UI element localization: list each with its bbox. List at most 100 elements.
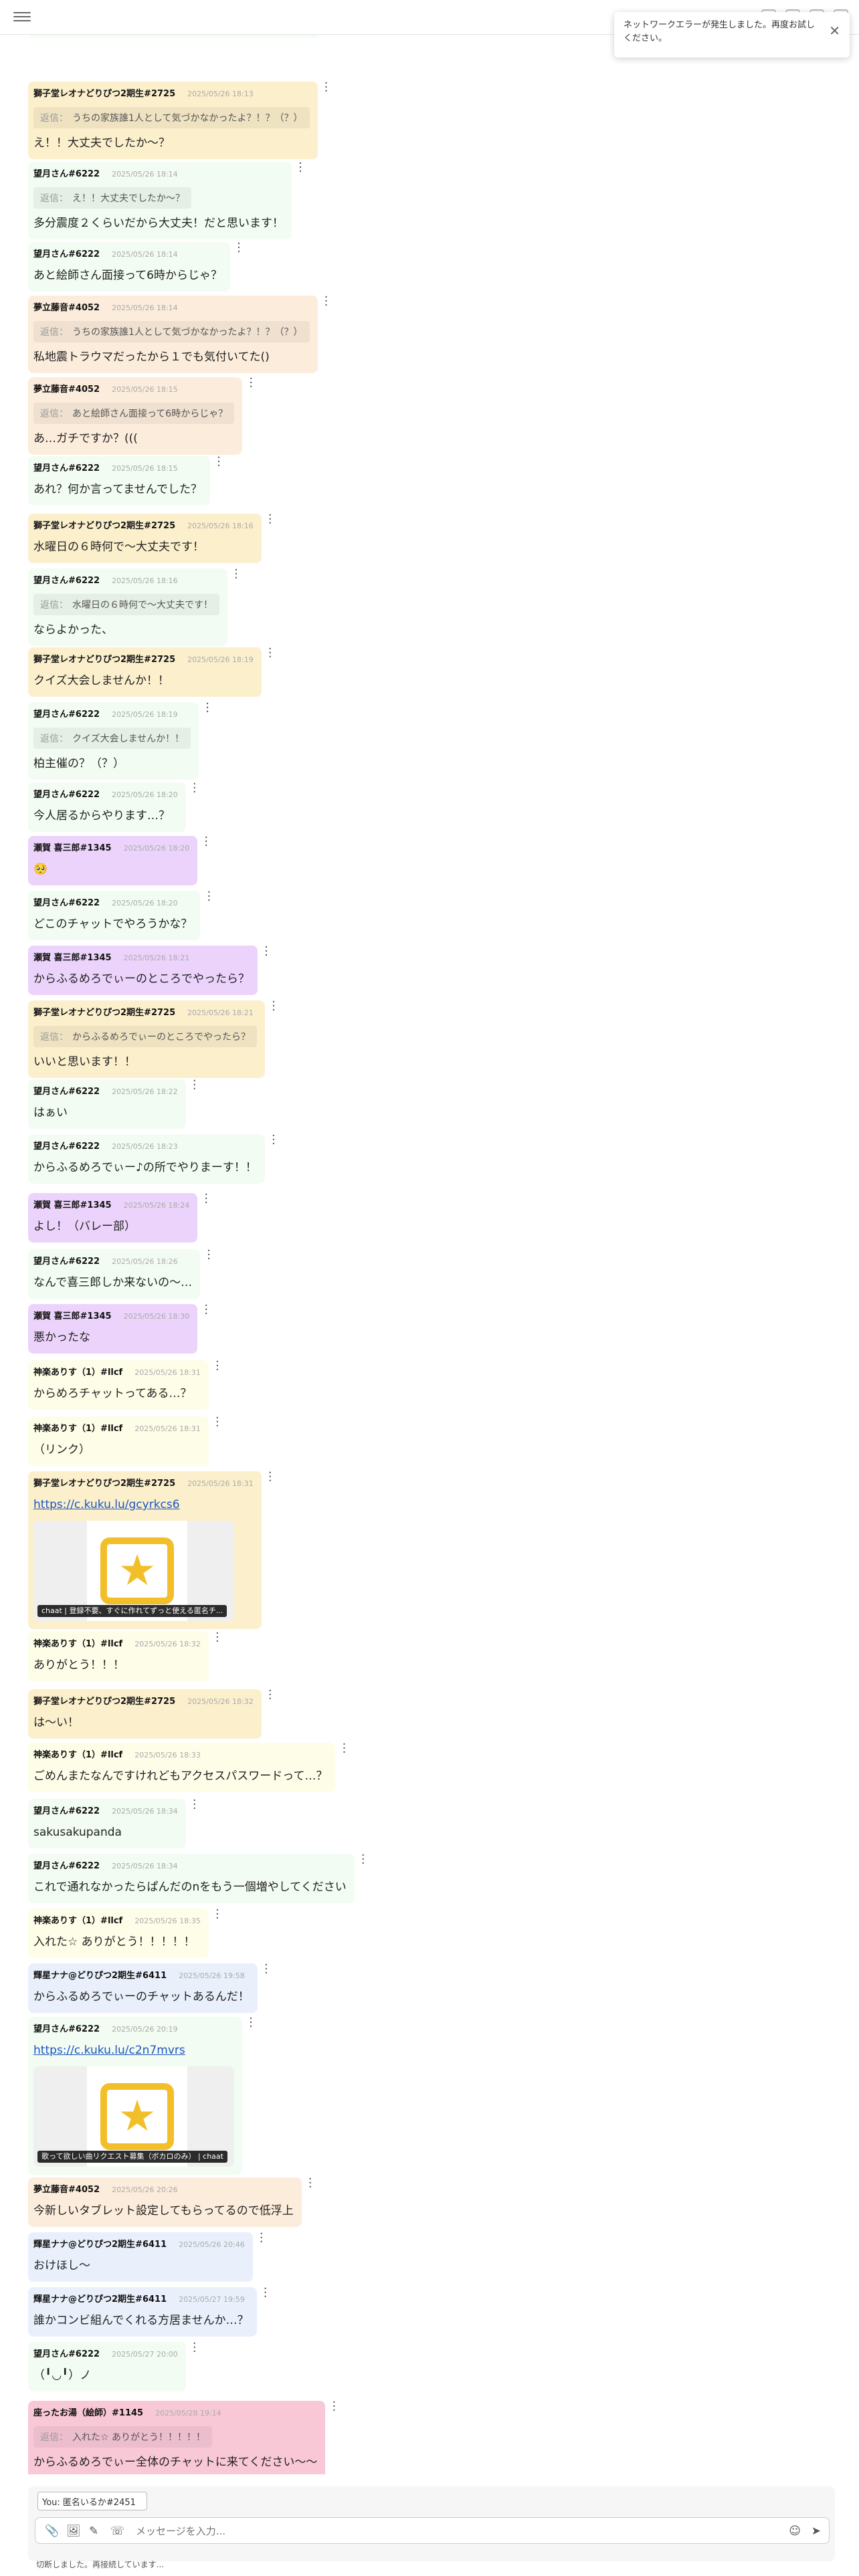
message-item[interactable]: 輝星ナナ@どりぴつ2期生#6411 2025/05/26 20:46 おけほし〜 · ·…: [28, 2228, 264, 2282]
message-item[interactable]: 望月さん#6222 2025/05/26 18:16 返信： 水曜日の６時何で〜大丈夫…: [28, 564, 238, 646]
more-options-icon[interactable]: · · ·: [237, 238, 241, 258]
more-options-icon[interactable]: · · ·: [207, 1245, 211, 1265]
more-options-icon[interactable]: · · ·: [204, 832, 208, 852]
message-item[interactable]: 瀬賀 喜三郎#1345 2025/05/26 18:24 よし！（バレー部） · · ·: [28, 1189, 208, 1243]
more-options-icon[interactable]: · · ·: [249, 373, 253, 393]
message-author[interactable]: 獅子堂レオナどりぴつ2期生#2725: [33, 1696, 175, 1708]
message-author[interactable]: 神楽ありす（1）#llcf: [33, 1638, 122, 1650]
more-options-icon[interactable]: · · ·: [193, 2338, 197, 2358]
message-author[interactable]: 夢立藤音#4052: [33, 384, 100, 396]
message-author[interactable]: 神楽ありす（1）#llcf: [33, 1915, 122, 1927]
more-options-icon[interactable]: · · ·: [332, 2397, 336, 2417]
message-author[interactable]: 神楽ありす（1）#llcf: [33, 1367, 122, 1379]
more-options-icon[interactable]: · · ·: [272, 1130, 276, 1150]
more-options-icon[interactable]: · · ·: [260, 2228, 264, 2248]
phone-icon[interactable]: ☏: [110, 2523, 124, 2539]
message-item[interactable]: 獅子堂レオナどりぴつ2期生#2725 2025/05/26 18:19 クイズ大会し…: [28, 643, 272, 697]
more-options-icon[interactable]: · · ·: [193, 1075, 197, 1095]
message-author[interactable]: 瀬賀 喜三郎#1345: [33, 1200, 112, 1212]
message-item[interactable]: 神楽ありす（1）#llcf 2025/05/26 18:32 ありがとう！！！ · · ·: [28, 1628, 219, 1681]
message-item[interactable]: 神楽ありす（1）#llcf 2025/05/26 18:35 入れた☆ ありがとう！…: [28, 1905, 219, 1958]
reply-quote[interactable]: 返信： からふるめろでぃーのところでやったら？: [33, 1026, 257, 1047]
message-link[interactable]: https://c.kuku.lu/gcyrkcs6: [33, 1497, 254, 1513]
close-icon[interactable]: ✕: [829, 24, 840, 37]
more-options-icon[interactable]: · · ·: [298, 158, 302, 178]
message-author[interactable]: 獅子堂レオナどりぴつ2期生#2725: [33, 1478, 175, 1490]
message-author[interactable]: 望月さん#6222: [33, 1256, 100, 1268]
message-item[interactable]: 神楽ありす（1）#llcf 2025/05/26 18:31 からめろチャットってあ…: [28, 1356, 219, 1410]
message-item[interactable]: 獅子堂レオナどりぴつ2期生#2725 2025/05/26 18:32 は〜い！ · ·…: [28, 1685, 272, 1739]
message-item[interactable]: 望月さん#6222 2025/05/27 20:00 （╹◡╹）ノ · · ·: [28, 2338, 197, 2391]
message-author[interactable]: 望月さん#6222: [33, 1806, 100, 1818]
reply-quote[interactable]: 返信： 入れた☆ ありがとう！！！！！: [33, 2426, 213, 2448]
image-icon[interactable]: 🖼: [66, 2523, 81, 2539]
more-options-icon[interactable]: · · ·: [207, 887, 211, 907]
reply-quote[interactable]: 返信： え！！大丈夫でしたか〜？: [33, 187, 191, 209]
message-author[interactable]: 獅子堂レオナどりぴつ2期生#2725: [33, 1007, 175, 1019]
reply-quote[interactable]: 返信： うちの家族誰1人として気づかなかったよ？！？（？）: [33, 107, 310, 128]
message-author[interactable]: 望月さん#6222: [33, 1860, 100, 1872]
message-author[interactable]: 夢立藤音#4052: [33, 302, 100, 314]
more-options-icon[interactable]: · · ·: [234, 564, 238, 584]
message-list[interactable]: 望月さん#6222 2025/05/26 18:13 うちの家族誰1人として気づかな…: [0, 0, 859, 2474]
message-author[interactable]: 瀬賀 喜三郎#1345: [33, 952, 112, 964]
message-author[interactable]: 神楽ありす（1）#llcf: [33, 1749, 122, 1761]
more-options-icon[interactable]: · · ·: [264, 1959, 268, 1979]
menu-icon[interactable]: [13, 9, 31, 24]
message-item[interactable]: 望月さん#6222 2025/05/26 18:23 からふるめろでぃー♪の所でやり…: [28, 1130, 276, 1184]
message-author[interactable]: 望月さん#6222: [33, 169, 100, 181]
message-author[interactable]: 望月さん#6222: [33, 2024, 100, 2036]
more-options-icon[interactable]: · · ·: [268, 643, 272, 663]
message-item[interactable]: 座ったお湯（絵師）#1145 2025/05/28 19:14 返信： 入れた☆ あり…: [28, 2397, 336, 2474]
reply-quote[interactable]: 返信： あと絵師さん面接って6時からじゃ？: [33, 403, 235, 424]
more-options-icon[interactable]: · · ·: [268, 510, 272, 530]
message-item[interactable]: 夢立藤音#4052 2025/05/26 18:15 返信： あと絵師さん面接って6時…: [28, 373, 253, 455]
message-item[interactable]: 夢立藤音#4052 2025/05/26 20:26 今新しいタブレット設定してもら…: [28, 2173, 312, 2227]
message-author[interactable]: 座ったお湯（絵師）#1145: [33, 2407, 143, 2420]
message-item[interactable]: 望月さん#6222 2025/05/26 18:14 あと絵師さん面接って6時からじ…: [28, 238, 241, 292]
message-item[interactable]: 瀬賀 喜三郎#1345 2025/05/26 18:30 悪かったな · · ·: [28, 1300, 208, 1354]
more-options-icon[interactable]: · · ·: [205, 698, 209, 718]
message-author[interactable]: 獅子堂レオナどりぴつ2期生#2725: [33, 654, 175, 666]
message-author[interactable]: 獅子堂レオナどりぴつ2期生#2725: [33, 88, 175, 100]
message-item[interactable]: 望月さん#6222 2025/05/26 18:22 はぁい · · ·: [28, 1075, 197, 1129]
message-author[interactable]: 望月さん#6222: [33, 1086, 100, 1098]
more-options-icon[interactable]: · · ·: [217, 452, 221, 472]
message-item[interactable]: 望月さん#6222 2025/05/26 18:34 sakusakupanda · ·…: [28, 1795, 197, 1848]
more-options-icon[interactable]: · · ·: [215, 1628, 219, 1648]
message-author[interactable]: 輝星ナナ@どりぴつ2期生#6411: [33, 1970, 167, 1982]
message-item[interactable]: 輝星ナナ@どりぴつ2期生#6411 2025/05/27 19:59 誰かコンビ組ん…: [28, 2283, 268, 2337]
message-item[interactable]: 望月さん#6222 2025/05/26 18:19 返信： クイズ大会しませんか！！…: [28, 698, 209, 780]
message-item[interactable]: 神楽ありす（1）#llcf 2025/05/26 18:33 ごめんまたなんですけれ…: [28, 1739, 346, 1792]
message-link[interactable]: https://c.kuku.lu/c2n7mvrs: [33, 2042, 234, 2058]
more-options-icon[interactable]: · · ·: [193, 1795, 197, 1815]
more-options-icon[interactable]: · · ·: [308, 2173, 312, 2193]
message-item[interactable]: 望月さん#6222 2025/05/26 18:15 あれ？何か言ってませんでした？…: [28, 452, 221, 506]
message-item[interactable]: 望月さん#6222 2025/05/26 18:20 どこのチャットでやろうかな？ ·…: [28, 887, 211, 940]
link-preview[interactable]: ★ chaat | 登録不要、すぐに作れてずっと使える匿名チ...: [33, 1521, 234, 1621]
message-author[interactable]: 望月さん#6222: [33, 709, 100, 721]
reply-quote[interactable]: 返信： クイズ大会しませんか！！: [33, 728, 191, 749]
more-options-icon[interactable]: · · ·: [215, 1356, 219, 1376]
more-options-icon[interactable]: · · ·: [264, 2283, 268, 2303]
more-options-icon[interactable]: · · ·: [361, 1850, 365, 1870]
message-item[interactable]: 望月さん#6222 2025/05/26 18:20 今人居るからやります…？ · · ·: [28, 778, 197, 832]
message-item[interactable]: 瀬賀 喜三郎#1345 2025/05/26 18:21 からふるめろでぃーのところ…: [28, 942, 268, 995]
message-item[interactable]: 望月さん#6222 2025/05/26 18:14 返信： え！！大丈夫でしたか〜？…: [28, 158, 302, 239]
smile-icon[interactable]: ☺: [789, 2523, 801, 2539]
more-options-icon[interactable]: · · ·: [264, 942, 268, 962]
message-author[interactable]: 望月さん#6222: [33, 2349, 100, 2361]
more-options-icon[interactable]: · · ·: [204, 1189, 208, 1209]
message-author[interactable]: 神楽ありす（1）#llcf: [33, 1423, 122, 1435]
pen-icon[interactable]: ✎: [89, 2523, 98, 2539]
more-options-icon[interactable]: · · ·: [193, 778, 197, 798]
message-item[interactable]: 獅子堂レオナどりぴつ2期生#2725 2025/05/26 18:21 返信： からふ…: [28, 996, 276, 1078]
paperclip-icon[interactable]: 📎: [45, 2523, 59, 2539]
more-options-icon[interactable]: · · ·: [204, 1300, 208, 1320]
send-icon[interactable]: ➤: [812, 2523, 821, 2539]
message-author[interactable]: 望月さん#6222: [33, 463, 100, 475]
more-options-icon[interactable]: · · ·: [272, 996, 276, 1016]
message-item[interactable]: 獅子堂レオナどりぴつ2期生#2725 2025/05/26 18:16 水曜日の６時…: [28, 510, 272, 563]
link-preview[interactable]: ★ 歌って欲しい曲リクエスト募集（ボカロのみ） | chaat: [33, 2066, 234, 2167]
message-item[interactable]: 望月さん#6222 2025/05/26 18:34 これで通れなかったらぱんだのn…: [28, 1850, 365, 1903]
